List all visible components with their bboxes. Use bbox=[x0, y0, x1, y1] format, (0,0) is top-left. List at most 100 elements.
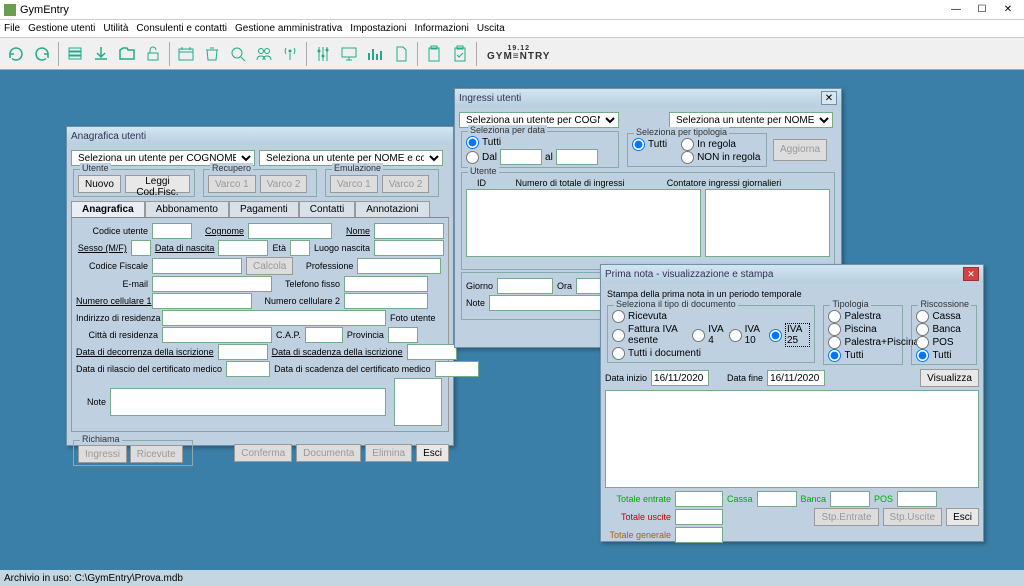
al-input[interactable] bbox=[556, 149, 598, 165]
tipo-fivaes-radio[interactable] bbox=[612, 329, 625, 342]
risc-tutti-radio[interactable] bbox=[916, 349, 929, 362]
professione-input[interactable] bbox=[357, 258, 441, 274]
calendar-icon[interactable] bbox=[174, 42, 198, 66]
seltipo-inregola-radio[interactable] bbox=[681, 138, 694, 151]
sesso-input[interactable] bbox=[131, 240, 151, 256]
cell1-input[interactable] bbox=[152, 293, 252, 309]
contatore-list[interactable] bbox=[705, 189, 830, 257]
citta-input[interactable] bbox=[162, 327, 272, 343]
database-icon[interactable] bbox=[63, 42, 87, 66]
risc-cassa-radio[interactable] bbox=[916, 310, 929, 323]
calcola-button[interactable]: Calcola bbox=[246, 257, 293, 275]
ingr-note-input[interactable] bbox=[489, 295, 617, 311]
document-icon[interactable] bbox=[389, 42, 413, 66]
menu-impostazioni[interactable]: Impostazioni bbox=[350, 23, 406, 34]
primanota-close-button[interactable]: ✕ bbox=[963, 267, 979, 281]
cap-input[interactable] bbox=[305, 327, 343, 343]
datafine-input[interactable] bbox=[767, 370, 825, 386]
aggiorna-button[interactable]: Aggiorna bbox=[773, 139, 827, 161]
broadcast-icon[interactable] bbox=[278, 42, 302, 66]
tipo-iva25-radio[interactable] bbox=[769, 329, 782, 342]
users-icon[interactable] bbox=[252, 42, 276, 66]
tipo-iva4-radio[interactable] bbox=[692, 329, 705, 342]
tab-contatti[interactable]: Contatti bbox=[299, 201, 355, 217]
tipol-tutti-radio[interactable] bbox=[828, 349, 841, 362]
stp-uscite-button[interactable]: Stp.Uscite bbox=[883, 508, 943, 526]
richiama-ingressi-button[interactable]: Ingressi bbox=[78, 445, 127, 463]
tipol-palestra-radio[interactable] bbox=[828, 310, 841, 323]
menu-utilita[interactable]: Utilità bbox=[103, 23, 128, 34]
tab-annotazioni[interactable]: Annotazioni bbox=[355, 201, 429, 217]
conferma-button[interactable]: Conferma bbox=[234, 444, 292, 462]
ingressi-close-button[interactable]: ✕ bbox=[821, 91, 837, 105]
stp-entrate-button[interactable]: Stp.Entrate bbox=[814, 508, 878, 526]
nuovo-button[interactable]: Nuovo bbox=[78, 175, 121, 193]
nome-input[interactable] bbox=[374, 223, 444, 239]
codice-utente-input[interactable] bbox=[152, 223, 192, 239]
refresh-ccw-icon[interactable] bbox=[4, 42, 28, 66]
search-user-icon[interactable] bbox=[226, 42, 250, 66]
note-textarea[interactable] bbox=[110, 388, 386, 416]
folder-icon[interactable] bbox=[115, 42, 139, 66]
risc-banca-radio[interactable] bbox=[916, 323, 929, 336]
cognome-input[interactable] bbox=[248, 223, 332, 239]
seltipo-noninregola-radio[interactable] bbox=[681, 151, 694, 164]
recupero-varco1-button[interactable]: Varco 1 bbox=[208, 175, 256, 193]
datainizio-input[interactable] bbox=[651, 370, 709, 386]
documenta-button[interactable]: Documenta bbox=[296, 444, 361, 462]
tipol-piscina-radio[interactable] bbox=[828, 323, 841, 336]
tab-pagamenti[interactable]: Pagamenti bbox=[229, 201, 299, 217]
data-dec-input[interactable] bbox=[218, 344, 268, 360]
tab-abbonamento[interactable]: Abbonamento bbox=[145, 201, 229, 217]
menu-consulenti[interactable]: Consulenti e contatti bbox=[136, 23, 227, 34]
menu-gestione-utenti[interactable]: Gestione utenti bbox=[28, 23, 95, 34]
refresh-cw-icon[interactable] bbox=[30, 42, 54, 66]
prov-input[interactable] bbox=[388, 327, 418, 343]
email-input[interactable] bbox=[152, 276, 272, 292]
cell2-input[interactable] bbox=[344, 293, 428, 309]
elimina-button[interactable]: Elimina bbox=[365, 444, 412, 462]
giorno-input[interactable] bbox=[497, 278, 553, 294]
emul-varco1-button[interactable]: Varco 1 bbox=[330, 175, 378, 193]
menu-gestione-amm[interactable]: Gestione amministrativa bbox=[235, 23, 342, 34]
telefono-input[interactable] bbox=[344, 276, 428, 292]
primanota-list[interactable] bbox=[605, 390, 979, 488]
clipboard-check-icon[interactable] bbox=[448, 42, 472, 66]
eta-input[interactable] bbox=[290, 240, 310, 256]
tipo-tuttidoc-radio[interactable] bbox=[612, 347, 625, 360]
clipboard-icon[interactable] bbox=[422, 42, 446, 66]
cert-scad-input[interactable] bbox=[435, 361, 479, 377]
cert-ril-input[interactable] bbox=[226, 361, 270, 377]
close-button[interactable]: ✕ bbox=[996, 2, 1020, 18]
trash-icon[interactable] bbox=[200, 42, 224, 66]
indirizzo-input[interactable] bbox=[162, 310, 386, 326]
tab-anagrafica[interactable]: Anagrafica bbox=[71, 201, 145, 217]
seldata-dal-radio[interactable] bbox=[466, 151, 479, 164]
anag-esci-button[interactable]: Esci bbox=[416, 444, 449, 462]
dal-input[interactable] bbox=[500, 149, 542, 165]
tipo-ricevuta-radio[interactable] bbox=[612, 310, 625, 323]
unlock-icon[interactable] bbox=[141, 42, 165, 66]
recupero-varco2-button[interactable]: Varco 2 bbox=[260, 175, 308, 193]
cf-input[interactable] bbox=[152, 258, 242, 274]
menu-uscita[interactable]: Uscita bbox=[477, 23, 505, 34]
minimize-button[interactable]: — bbox=[944, 2, 968, 18]
seldata-tutti-radio[interactable] bbox=[466, 136, 479, 149]
menu-informazioni[interactable]: Informazioni bbox=[414, 23, 468, 34]
data-nascita-input[interactable] bbox=[218, 240, 268, 256]
data-scad-input[interactable] bbox=[407, 344, 457, 360]
risc-pos-radio[interactable] bbox=[916, 336, 929, 349]
maximize-button[interactable]: ☐ bbox=[970, 2, 994, 18]
monitor-icon[interactable] bbox=[337, 42, 361, 66]
prima-esci-button[interactable]: Esci bbox=[946, 508, 979, 526]
richiama-ricevute-button[interactable]: Ricevute bbox=[130, 445, 183, 463]
visualizza-button[interactable]: Visualizza bbox=[920, 369, 979, 387]
leggi-cf-button[interactable]: Leggi Cod.Fisc. bbox=[125, 175, 190, 193]
seltipo-tutti-radio[interactable] bbox=[632, 138, 645, 151]
ingressi-list[interactable] bbox=[466, 189, 701, 257]
emul-varco2-button[interactable]: Varco 2 bbox=[382, 175, 430, 193]
tipol-palpisc-radio[interactable] bbox=[828, 336, 841, 349]
tipo-iva10-radio[interactable] bbox=[729, 329, 742, 342]
luogo-nascita-input[interactable] bbox=[374, 240, 444, 256]
sliders-icon[interactable] bbox=[311, 42, 335, 66]
